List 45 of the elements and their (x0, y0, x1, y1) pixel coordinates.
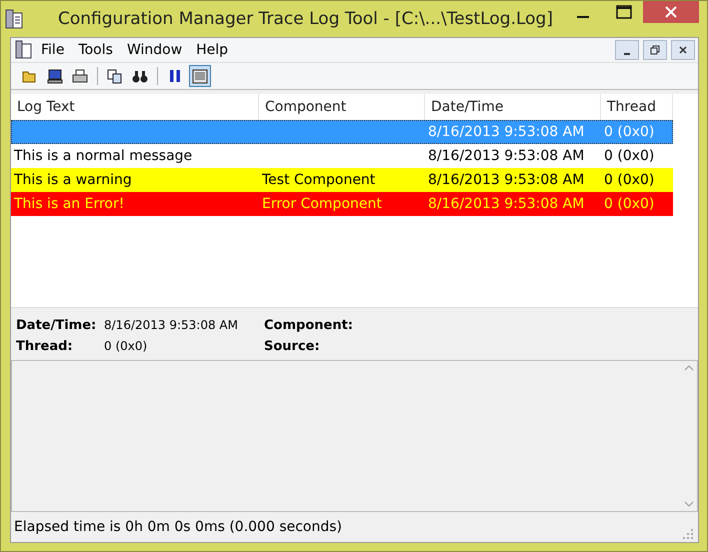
field-label: Thread: (16, 339, 74, 354)
close-button[interactable] (671, 40, 695, 60)
toolbar-button[interactable] (189, 65, 211, 87)
close-icon[interactable] (665, 6, 677, 18)
restore-icon (650, 45, 660, 55)
table-cell-text: 0 (0x0) (603, 196, 656, 212)
app-icon (4, 8, 24, 30)
table-cell-text: 0 (0x0) (603, 172, 656, 188)
table-cell-text: 8/16/2013 9:53:08 AM (427, 124, 586, 140)
table-cell-text: This is an Error! (13, 196, 126, 212)
binoculars-icon (132, 69, 148, 83)
copy-icon (107, 68, 123, 84)
close-icon (679, 46, 687, 54)
status-text: Elapsed time is 0h 0m 0s 0ms (0.000 seconds) (14, 519, 342, 535)
table-cell-text: Test Component (261, 172, 376, 188)
computer-icon (47, 68, 63, 84)
table-cell-text: 8/16/2013 9:53:08 AM (427, 196, 586, 212)
table-cell-text: Error Component (261, 196, 383, 212)
table-cell-text: This is a warning (13, 172, 133, 188)
resize-grip-icon[interactable] (682, 528, 694, 540)
menu-item[interactable]: Window (120, 42, 188, 58)
table-cell-text: 0 (0x0) (603, 124, 656, 140)
maximize-icon[interactable] (616, 5, 632, 19)
menu-item[interactable]: Help (190, 42, 234, 58)
window-title: Configuration Manager Trace Log Tool - [C:\...\TestLog.Log] (58, 9, 554, 29)
pause-icon (169, 69, 181, 83)
log-row[interactable]: This is a warning Test Component 8/16/2013 9:53:08 AM 0 (0x0) (11, 168, 673, 192)
field-value: 0 (0x0) (104, 339, 148, 353)
table-cell-text: 8/16/2013 9:53:08 AM (427, 172, 586, 188)
field-label: Source: (264, 339, 321, 354)
menu-item[interactable]: Tools (72, 42, 119, 58)
minimize-icon (624, 53, 630, 55)
folder-icon (22, 69, 38, 83)
minimize-button[interactable] (615, 40, 639, 60)
printer-icon (72, 68, 88, 84)
restore-button[interactable] (643, 40, 667, 60)
panel-icon (192, 68, 208, 84)
table-cell-text: This is a normal message (13, 148, 194, 164)
log-row[interactable]: This is an Error! Error Component 8/16/2013 9:53:08 AM 0 (0x0) (11, 192, 673, 216)
table-cell-text: 8/16/2013 9:53:08 AM (427, 148, 586, 164)
field-value: 8/16/2013 9:53:08 AM (104, 318, 239, 332)
field-label: Component: (264, 318, 354, 333)
menu-item[interactable]: File (35, 42, 70, 58)
table-cell-text: 0 (0x0) (603, 148, 656, 164)
field-label: Date/Time: (16, 318, 98, 333)
